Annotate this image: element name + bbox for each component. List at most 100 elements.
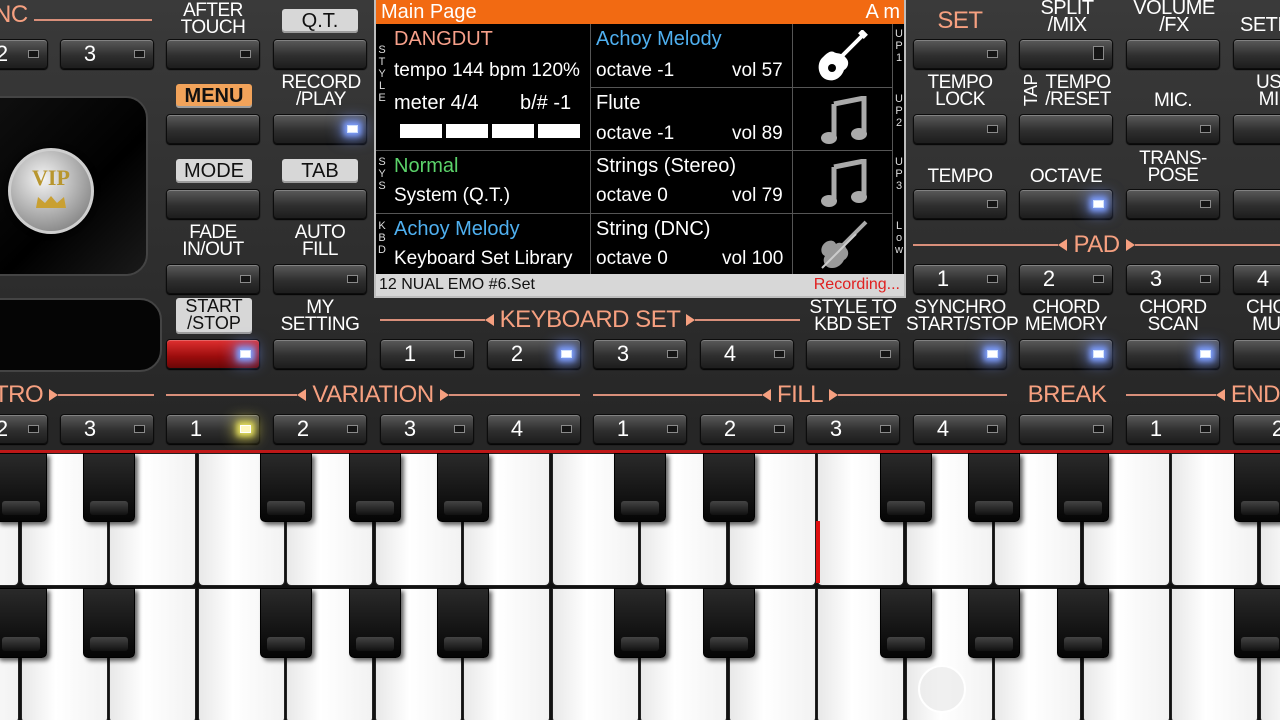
black-key[interactable] [614, 588, 666, 658]
auto-fill-button[interactable] [273, 264, 367, 294]
chord-memory-label: CHORD MEMORY [1024, 297, 1108, 335]
black-key[interactable] [879, 453, 932, 522]
volume-fx-button[interactable] [1126, 39, 1220, 69]
black-key[interactable] [968, 453, 1020, 522]
pad-1-button[interactable]: 1 [913, 264, 1007, 294]
top-button-3[interactable]: 3 [60, 39, 154, 69]
variation-3-button[interactable]: 3 [380, 414, 474, 444]
kbd-name[interactable]: Achoy Melody [394, 218, 520, 241]
ending-2-button[interactable]: 2 [1233, 414, 1280, 444]
tempo-lock-button[interactable] [913, 114, 1007, 144]
guitar-icon[interactable] [814, 29, 870, 84]
vip-button[interactable]: VIP [8, 148, 94, 234]
pad-3-button[interactable]: 3 [1126, 264, 1220, 294]
fill-1-button[interactable]: 1 [593, 414, 687, 444]
keyboard-set-title: KEYBOARD SET [499, 306, 681, 333]
part-up2-name[interactable]: Flute [596, 92, 640, 115]
style-meter: meter 4/4 [394, 92, 479, 114]
black-key[interactable] [1233, 453, 1280, 522]
tab-button[interactable] [273, 189, 367, 219]
style-name[interactable]: DANGDUT [394, 28, 493, 51]
tempo-button[interactable] [913, 189, 1007, 219]
record-play-button[interactable] [273, 114, 367, 144]
violin-icon[interactable] [816, 220, 870, 272]
black-key[interactable] [0, 453, 47, 522]
chord-mu-button[interactable] [1233, 339, 1280, 369]
tap-label: TAP [1021, 74, 1041, 107]
black-key[interactable] [437, 588, 489, 658]
my-setting-button[interactable] [273, 339, 367, 369]
part-up1-name[interactable]: Achoy Melody [596, 28, 722, 51]
tap-tempo-reset-button[interactable] [1019, 114, 1113, 144]
chord-memory-button[interactable] [1019, 339, 1113, 369]
side-label-style: STYLE [378, 44, 386, 104]
piano-keyboard[interactable] [0, 450, 1280, 720]
black-key[interactable] [702, 453, 755, 522]
fade-in-out-button[interactable] [166, 264, 260, 294]
black-key[interactable] [0, 588, 47, 658]
keyboard-set-2-button[interactable]: 2 [487, 339, 581, 369]
set-button[interactable] [913, 39, 1007, 69]
beat-3 [492, 124, 534, 138]
black-key[interactable] [437, 453, 489, 522]
start-stop-button[interactable] [166, 339, 260, 369]
black-key[interactable] [83, 453, 135, 522]
music-note-icon[interactable] [820, 157, 868, 209]
menu-button[interactable] [166, 114, 260, 144]
black-key[interactable] [348, 588, 401, 658]
intro-3-button[interactable]: 3 [60, 414, 154, 444]
pad-4-button[interactable]: 4 [1233, 264, 1280, 294]
ending-1-button[interactable]: 1 [1126, 414, 1220, 444]
intro-2-button[interactable]: 2 [0, 414, 48, 444]
variation-1-button[interactable]: 1 [166, 414, 260, 444]
chord-scan-button[interactable] [1126, 339, 1220, 369]
split-mix-label: SPLIT /MIX [1040, 0, 1094, 36]
part-up3-name[interactable]: Strings (Stereo) [596, 155, 736, 178]
music-note-icon[interactable] [820, 94, 868, 146]
keyboard-set-3-button[interactable]: 3 [593, 339, 687, 369]
upper-manual[interactable] [0, 453, 1280, 586]
transpose-button[interactable] [1126, 189, 1220, 219]
black-key[interactable] [1056, 588, 1109, 658]
sys-name[interactable]: Normal [394, 155, 458, 178]
setting-button[interactable] [1233, 39, 1280, 69]
transpose-extra-button[interactable] [1233, 189, 1280, 219]
fill-2-button[interactable]: 2 [700, 414, 794, 444]
pad-section: PAD [913, 231, 1280, 258]
black-key[interactable] [702, 588, 755, 658]
black-key[interactable] [879, 588, 932, 658]
break-button[interactable] [1019, 414, 1113, 444]
mic-button[interactable] [1126, 114, 1220, 144]
black-key[interactable] [1056, 453, 1109, 522]
black-key[interactable] [1233, 588, 1280, 658]
us-button[interactable] [1233, 114, 1280, 144]
pad-2-button[interactable]: 2 [1019, 264, 1113, 294]
after-touch-button[interactable] [166, 39, 260, 69]
black-key[interactable] [968, 588, 1020, 658]
beat-indicator [400, 124, 580, 138]
fill-4-button[interactable]: 4 [913, 414, 1007, 444]
octave-button[interactable] [1019, 189, 1113, 219]
keyboard-set-1-button[interactable]: 1 [380, 339, 474, 369]
keyboard-set-4-button[interactable]: 4 [700, 339, 794, 369]
black-key[interactable] [260, 453, 312, 522]
black-key[interactable] [348, 453, 401, 522]
qt-button[interactable] [273, 39, 367, 69]
black-key[interactable] [83, 588, 135, 658]
mode-button[interactable] [166, 189, 260, 219]
lower-manual[interactable] [0, 588, 1280, 720]
variation-4-button[interactable]: 4 [487, 414, 581, 444]
pad-title: PAD [1073, 231, 1120, 258]
top-button-2[interactable]: 2 [0, 39, 48, 69]
style-to-kbd-set-button[interactable] [806, 339, 900, 369]
part-low-name[interactable]: String (DNC) [596, 218, 710, 241]
black-key[interactable] [614, 453, 666, 522]
fill-3-button[interactable]: 3 [806, 414, 900, 444]
split-mix-button[interactable] [1019, 39, 1113, 69]
synchro-start-stop-button[interactable] [913, 339, 1007, 369]
kbd-sub: Keyboard Set Library [394, 248, 573, 269]
side-label-sys: SYS [378, 156, 386, 192]
variation-2-button[interactable]: 2 [273, 414, 367, 444]
black-key[interactable] [260, 588, 312, 658]
side-label-low: Low [895, 220, 903, 256]
